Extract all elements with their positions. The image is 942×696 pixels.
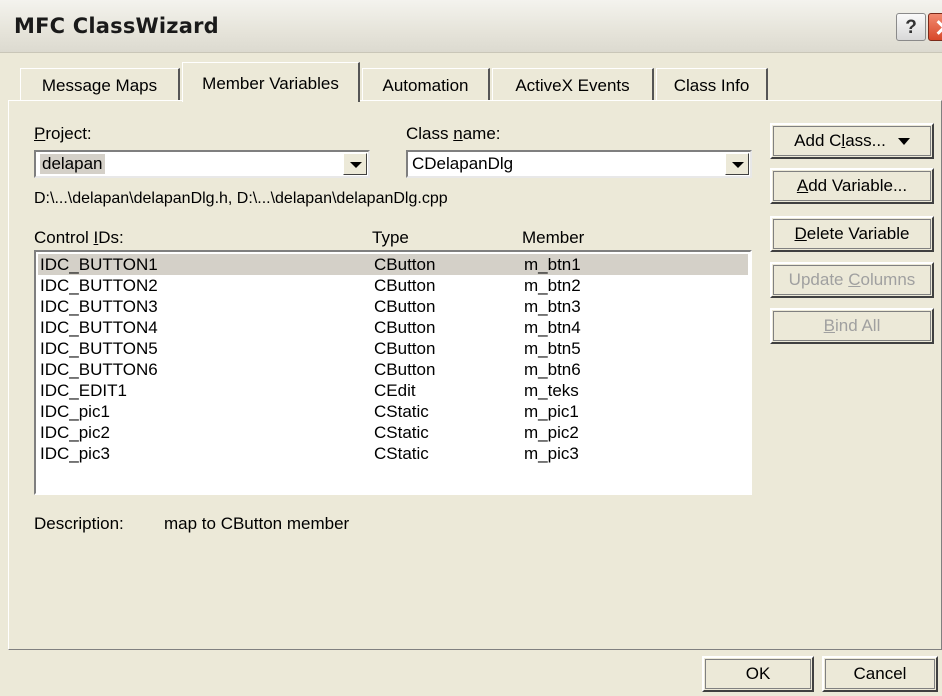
- table-row[interactable]: IDC_pic2 CStatic m_pic2: [38, 422, 748, 443]
- control-id: IDC_BUTTON4: [40, 318, 158, 337]
- update-columns-button[interactable]: Update Columns: [770, 262, 934, 298]
- tab-member-variables[interactable]: Member Variables: [182, 62, 360, 102]
- add-class-button[interactable]: Add Class...: [770, 123, 934, 159]
- column-type: Type: [372, 228, 409, 247]
- control-id: IDC_EDIT1: [40, 381, 127, 400]
- chevron-down-icon: [897, 138, 910, 146]
- tab-class-info[interactable]: Class Info: [656, 68, 768, 101]
- member-name: m_btn5: [524, 339, 581, 358]
- help-button[interactable]: ?: [896, 13, 926, 41]
- window-title: MFC ClassWizard: [14, 14, 219, 38]
- control-type: CStatic: [374, 423, 429, 442]
- table-row[interactable]: IDC_pic1 CStatic m_pic1: [38, 401, 748, 422]
- member-name: m_btn6: [524, 360, 581, 379]
- tab-activex-events[interactable]: ActiveX Events: [492, 68, 654, 101]
- column-member: Member: [522, 228, 585, 247]
- control-id: IDC_BUTTON5: [40, 339, 158, 358]
- table-row[interactable]: IDC_BUTTON4 CButton m_btn4: [38, 317, 748, 338]
- delete-variable-button[interactable]: Delete Variable: [770, 216, 934, 252]
- control-id: IDC_pic2: [40, 423, 110, 442]
- project-label: Project:: [34, 124, 92, 143]
- chevron-down-icon[interactable]: [343, 153, 367, 175]
- control-id: IDC_BUTTON3: [40, 297, 158, 316]
- control-id: IDC_BUTTON6: [40, 360, 158, 379]
- tab-automation[interactable]: Automation: [362, 68, 490, 101]
- control-id: IDC_BUTTON1: [40, 255, 158, 274]
- tab-message-maps[interactable]: Message Maps: [20, 68, 180, 101]
- member-name: m_pic2: [524, 423, 579, 442]
- project-value: delapan: [40, 154, 105, 174]
- control-type: CButton: [374, 276, 436, 295]
- class-name-label: Class name:: [406, 124, 501, 143]
- control-id: IDC_BUTTON2: [40, 276, 158, 295]
- control-type: CStatic: [374, 402, 429, 421]
- table-row[interactable]: IDC_BUTTON3 CButton m_btn3: [38, 296, 748, 317]
- member-name: m_teks: [524, 381, 579, 400]
- table-row[interactable]: IDC_BUTTON1 CButton m_btn1: [38, 254, 748, 275]
- chevron-down-icon[interactable]: [725, 153, 749, 175]
- add-variable-button[interactable]: Add Variable...: [770, 168, 934, 204]
- cancel-button[interactable]: Cancel: [822, 656, 938, 692]
- title-bar: MFC ClassWizard ?: [0, 0, 942, 53]
- bind-all-button[interactable]: Bind All: [770, 308, 934, 344]
- close-icon[interactable]: [928, 13, 942, 41]
- control-type: CButton: [374, 360, 436, 379]
- member-name: m_pic1: [524, 402, 579, 421]
- table-row[interactable]: IDC_BUTTON5 CButton m_btn5: [38, 338, 748, 359]
- table-row[interactable]: IDC_BUTTON6 CButton m_btn6: [38, 359, 748, 380]
- control-id: IDC_pic1: [40, 402, 110, 421]
- ok-button[interactable]: OK: [702, 656, 814, 692]
- class-name-value: CDelapanDlg: [412, 154, 514, 173]
- control-type: CButton: [374, 297, 436, 316]
- member-name: m_btn2: [524, 276, 581, 295]
- member-name: m_btn4: [524, 318, 581, 337]
- table-row[interactable]: IDC_EDIT1 CEdit m_teks: [38, 380, 748, 401]
- member-name: m_pic3: [524, 444, 579, 463]
- class-name-combobox[interactable]: CDelapanDlg: [406, 150, 752, 178]
- control-id: IDC_pic3: [40, 444, 110, 463]
- member-name: m_btn3: [524, 297, 581, 316]
- classwizard-dialog: MFC ClassWizard ? Message Maps Member Va…: [0, 0, 942, 696]
- table-row[interactable]: IDC_pic3 CStatic m_pic3: [38, 443, 748, 464]
- control-type: CButton: [374, 318, 436, 337]
- description-value: map to CButton member: [164, 514, 350, 533]
- description-label: Description:: [34, 514, 124, 533]
- table-row[interactable]: IDC_BUTTON2 CButton m_btn2: [38, 275, 748, 296]
- control-type: CButton: [374, 339, 436, 358]
- control-type: CEdit: [374, 381, 416, 400]
- project-combobox[interactable]: delapan: [34, 150, 370, 178]
- member-variables-list[interactable]: IDC_BUTTON1 CButton m_btn1 IDC_BUTTON2 C…: [34, 250, 752, 495]
- control-type: CButton: [374, 255, 436, 274]
- files-path: D:\...\delapan\delapanDlg.h, D:\...\dela…: [34, 190, 448, 207]
- member-name: m_btn1: [524, 255, 581, 274]
- control-type: CStatic: [374, 444, 429, 463]
- column-control-ids: Control IDs:: [34, 228, 124, 247]
